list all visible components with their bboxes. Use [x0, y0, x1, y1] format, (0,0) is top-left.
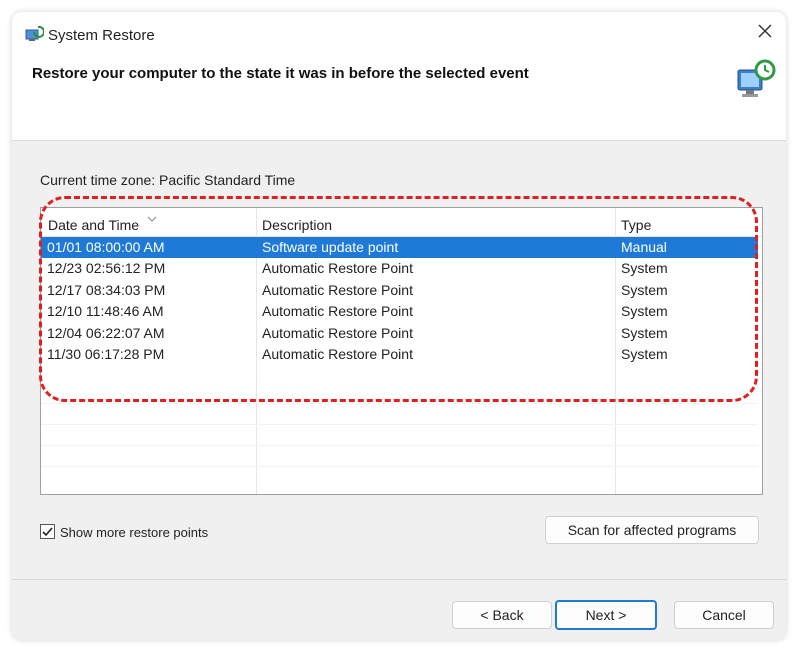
- column-header-type[interactable]: Type: [621, 217, 651, 233]
- timezone-label: Current time zone: Pacific Standard Time: [40, 172, 296, 188]
- cell-description: Automatic Restore Point: [262, 260, 413, 276]
- dialog-headline: Restore your computer to the state it wa…: [32, 65, 529, 82]
- cell-description: Automatic Restore Point: [262, 282, 413, 298]
- system-restore-icon: [24, 24, 45, 44]
- checkmark-icon: [42, 527, 53, 537]
- cell-datetime: 12/17 08:34:03 PM: [47, 282, 166, 298]
- sort-indicator-icon: [147, 209, 157, 222]
- column-header-date-time[interactable]: Date and Time: [48, 217, 139, 233]
- cell-type: System: [621, 346, 668, 362]
- scan-affected-programs-button[interactable]: Scan for affected programs: [545, 516, 759, 544]
- cancel-button[interactable]: Cancel: [674, 601, 774, 629]
- close-button[interactable]: [750, 18, 780, 48]
- system-restore-window: System Restore Restore your computer to …: [12, 12, 786, 640]
- cell-type: System: [621, 260, 668, 276]
- restore-points-table[interactable]: Date and Time Description Type 01/01 08:…: [40, 207, 763, 495]
- cell-datetime: 12/23 02:56:12 PM: [47, 260, 166, 276]
- close-icon: [758, 23, 772, 43]
- cell-type: System: [621, 303, 668, 319]
- cell-datetime: 12/10 11:48:46 AM: [47, 303, 164, 319]
- cell-description: Automatic Restore Point: [262, 346, 413, 362]
- next-button[interactable]: Next >: [555, 600, 657, 630]
- column-header-description[interactable]: Description: [262, 217, 332, 233]
- table-row[interactable]: 12/23 02:56:12 PM Automatic Restore Poin…: [41, 258, 758, 279]
- footer-divider: [12, 579, 786, 580]
- table-row[interactable]: 12/17 08:34:03 PM Automatic Restore Poin…: [41, 280, 758, 301]
- cell-type: Manual: [621, 239, 667, 255]
- cell-type: System: [621, 282, 668, 298]
- window-title: System Restore: [48, 27, 155, 44]
- table-row[interactable]: 11/30 06:17:28 PM Automatic Restore Poin…: [41, 344, 758, 365]
- empty-row-line: [41, 424, 758, 425]
- cell-type: System: [621, 325, 668, 341]
- table-header: Date and Time Description Type: [41, 208, 762, 237]
- table-row[interactable]: 12/10 11:48:46 AM Automatic Restore Poin…: [41, 301, 758, 322]
- cell-description: Automatic Restore Point: [262, 303, 413, 319]
- empty-row-line: [41, 445, 758, 446]
- checkbox-box[interactable]: [40, 524, 55, 539]
- cell-datetime: 01/01 08:00:00 AM: [47, 239, 165, 255]
- empty-row-line: [41, 466, 758, 467]
- dialog-header: System Restore Restore your computer to …: [12, 12, 786, 141]
- restore-computer-icon: [732, 56, 778, 102]
- cell-datetime: 12/04 06:22:07 AM: [47, 325, 165, 341]
- back-button[interactable]: < Back: [452, 601, 552, 629]
- cell-datetime: 11/30 06:17:28 PM: [47, 346, 165, 362]
- checkbox-label: Show more restore points: [60, 525, 209, 540]
- cell-description: Software update point: [262, 239, 399, 255]
- empty-row-line: [41, 403, 758, 404]
- cell-description: Automatic Restore Point: [262, 325, 413, 341]
- table-row[interactable]: 12/04 06:22:07 AM Automatic Restore Poin…: [41, 323, 758, 344]
- table-row[interactable]: 01/01 08:00:00 AM Software update point …: [41, 237, 758, 258]
